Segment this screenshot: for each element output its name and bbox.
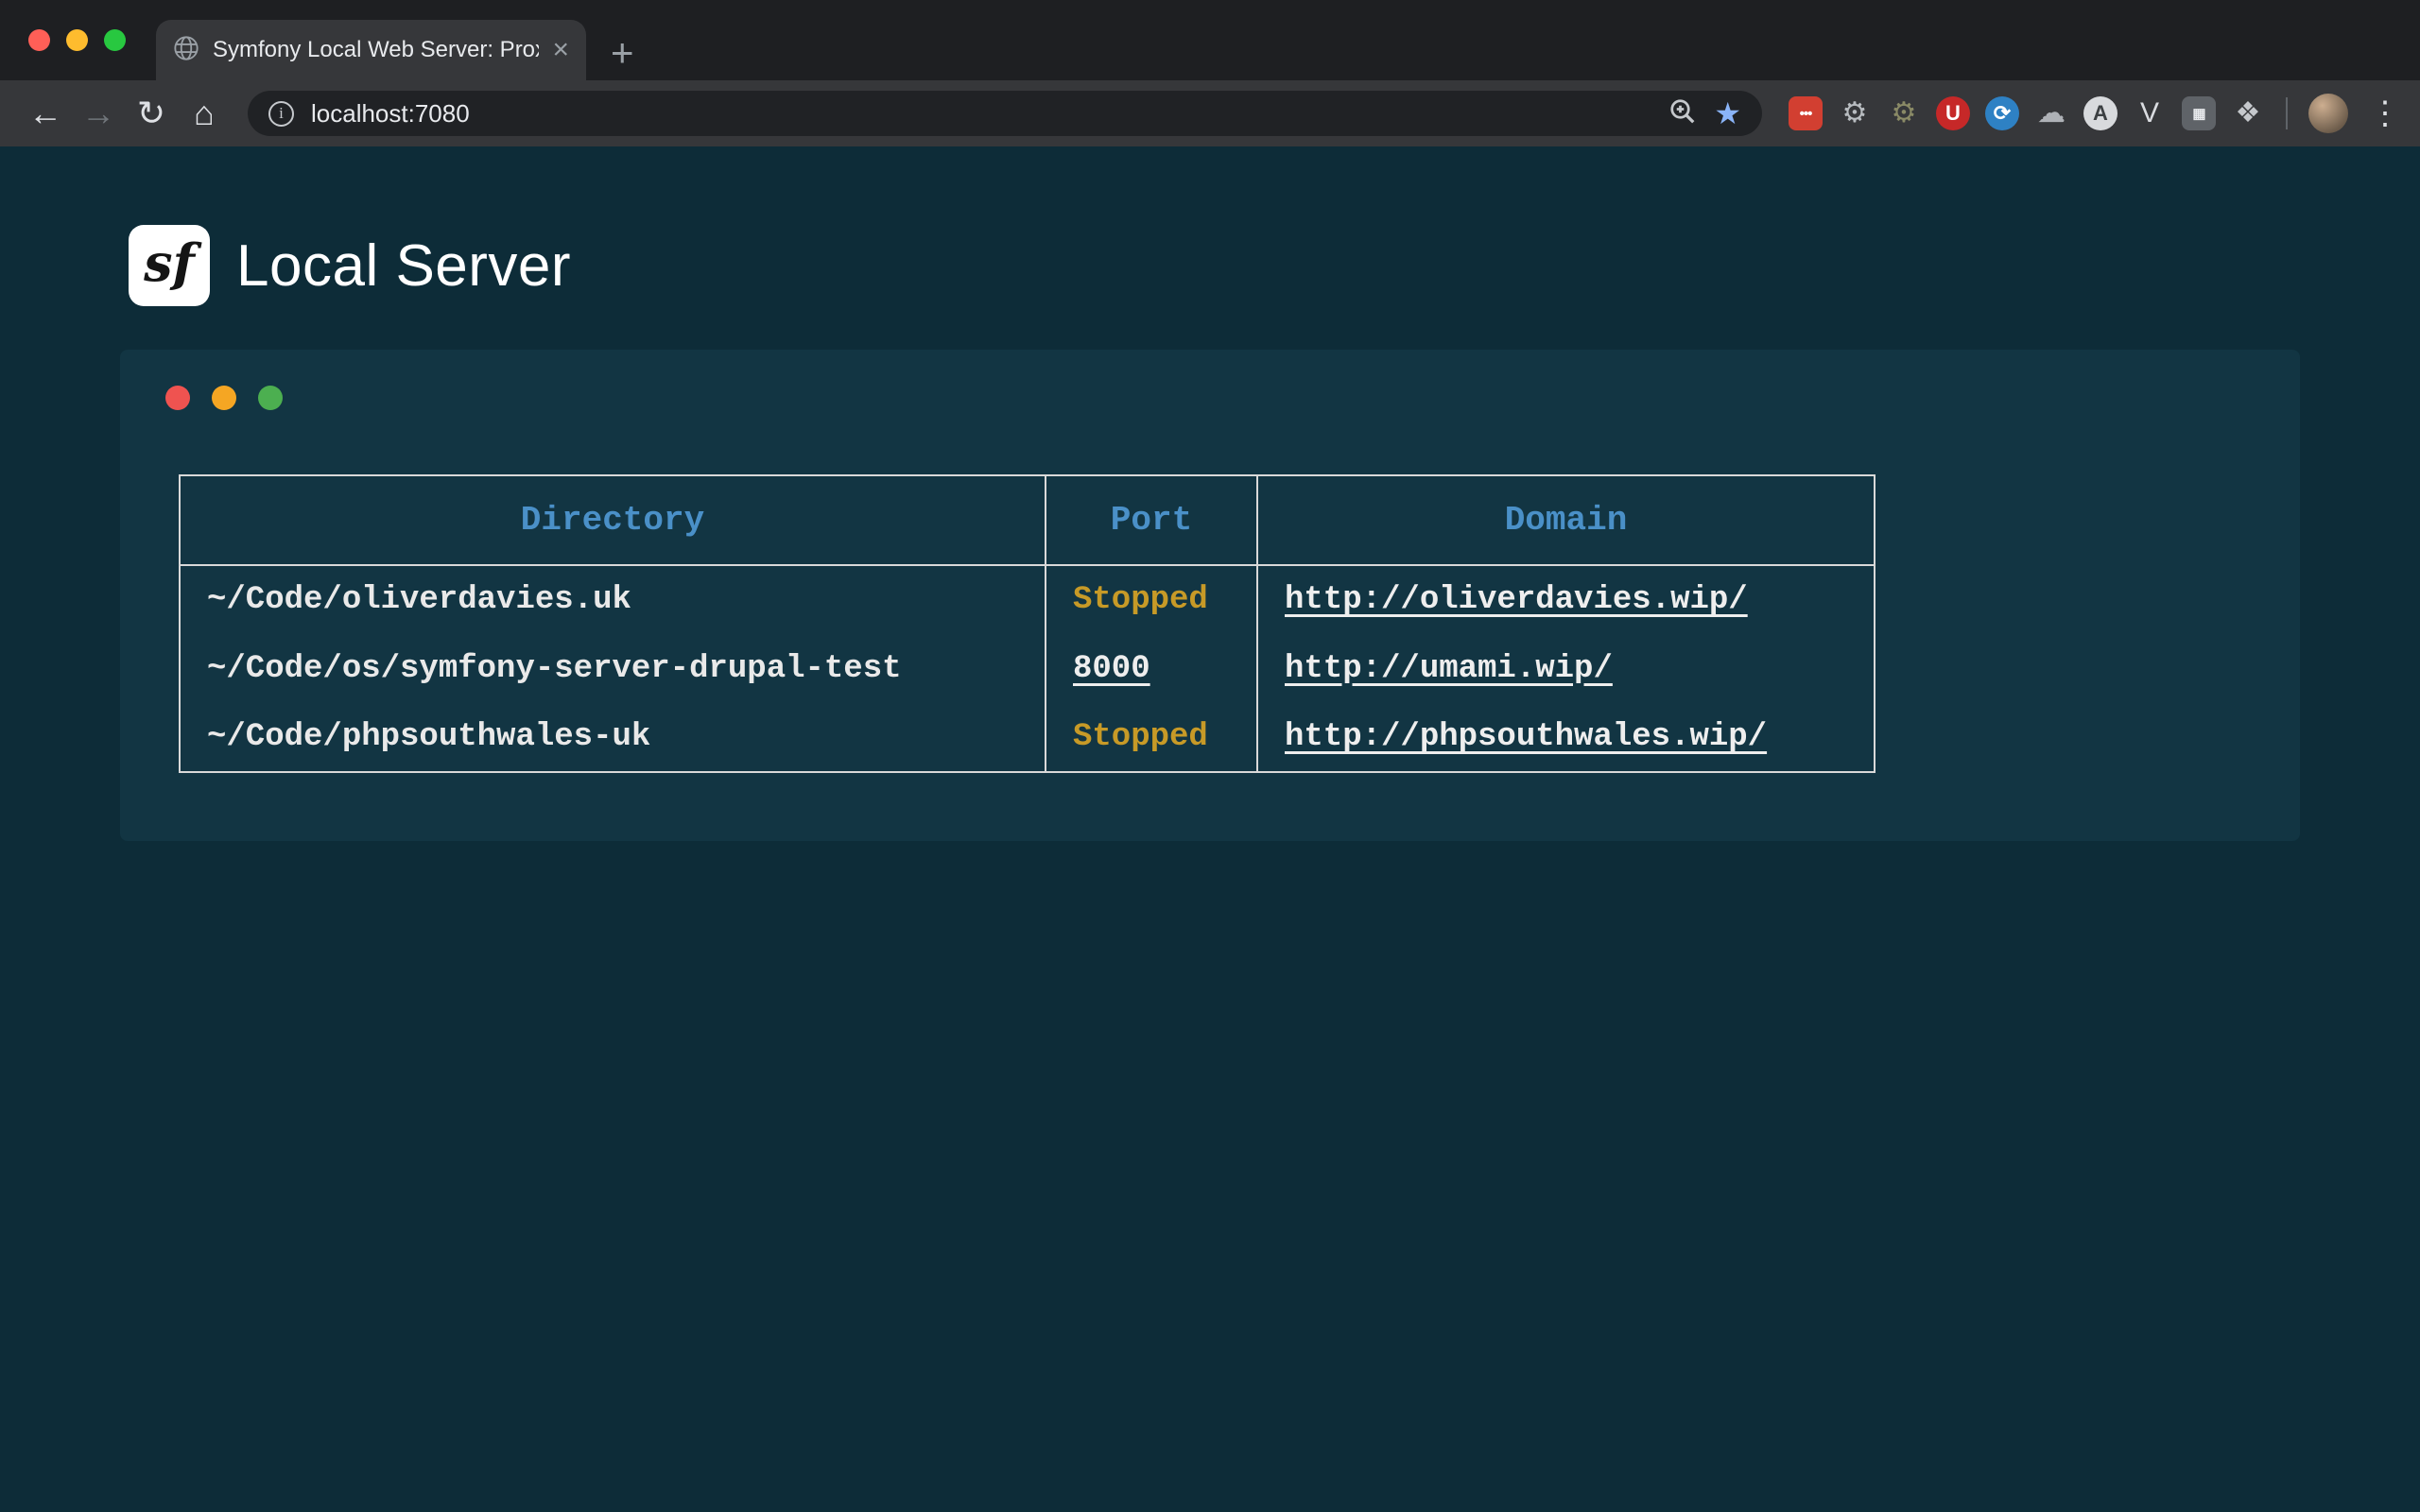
table-row: ~/Code/oliverdavies.uk Stopped http://ol… xyxy=(180,565,1875,634)
extension-gear-dark-icon[interactable]: ⚙ xyxy=(1887,96,1921,130)
window-zoom-button[interactable] xyxy=(104,29,126,51)
symfony-logo: sf xyxy=(129,225,210,306)
table-row: ~/Code/phpsouthwales-uk Stopped http://p… xyxy=(180,703,1875,772)
extension-letter-v-icon[interactable]: V xyxy=(2133,96,2167,130)
forward-icon[interactable]: → xyxy=(72,96,125,130)
column-header-directory: Directory xyxy=(180,475,1046,565)
window-controls xyxy=(28,0,126,80)
site-info-icon[interactable]: i xyxy=(268,101,294,127)
page-title: Local Server xyxy=(236,232,571,300)
column-header-port: Port xyxy=(1046,475,1257,565)
browser-toolbar: ← → ↻ ⌂ i localhost:7080 ★ ••• ⚙ ⚙ U ⟳ ☁… xyxy=(0,80,2420,146)
bookmark-star-icon[interactable]: ★ xyxy=(1714,98,1741,129)
extension-octocat-icon[interactable]: ❖ xyxy=(2231,96,2265,130)
tab-favicon-globe-icon xyxy=(173,35,199,66)
extension-ublock-icon[interactable]: U xyxy=(1936,96,1970,130)
domain-link[interactable]: http://umami.wip/ xyxy=(1285,651,1613,687)
zoom-icon[interactable] xyxy=(1668,97,1697,130)
terminal-card: Directory Port Domain ~/Code/oliverdavie… xyxy=(120,350,2300,841)
extension-blue-circle-icon[interactable]: ⟳ xyxy=(1985,96,2019,130)
extension-grid-icon[interactable]: ▦ xyxy=(2182,96,2216,130)
port-status: Stopped xyxy=(1046,703,1257,772)
port-link[interactable]: 8000 xyxy=(1073,651,1150,687)
address-bar[interactable]: i localhost:7080 ★ xyxy=(248,91,1762,136)
tab-close-icon[interactable]: × xyxy=(552,36,569,64)
table-row: ~/Code/os/symfony-server-drupal-test 800… xyxy=(180,634,1875,703)
toolbar-divider xyxy=(2286,97,2288,129)
page-header: sf Local Server xyxy=(129,225,2420,306)
directory-cell: ~/Code/os/symfony-server-drupal-test xyxy=(180,634,1046,703)
extension-cloud-icon[interactable]: ☁ xyxy=(2034,96,2068,130)
extension-letter-a-icon[interactable]: A xyxy=(2083,96,2118,130)
new-tab-button[interactable]: + xyxy=(611,33,634,73)
domain-link[interactable]: http://oliverdavies.wip/ xyxy=(1285,582,1748,618)
directory-cell: ~/Code/oliverdavies.uk xyxy=(180,565,1046,634)
extensions-bar: ••• ⚙ ⚙ U ⟳ ☁ A V ▦ ❖ xyxy=(1789,96,2265,130)
back-icon[interactable]: ← xyxy=(19,96,72,130)
dot-orange-icon xyxy=(212,386,236,410)
dot-red-icon xyxy=(165,386,190,410)
tab-strip: Symfony Local Web Server: Prox × + xyxy=(0,0,2420,80)
terminal-window-dots xyxy=(165,386,2255,410)
extension-red-dots-icon[interactable]: ••• xyxy=(1789,96,1823,130)
browser-menu-icon[interactable]: ⋮ xyxy=(2369,97,2401,129)
profile-avatar[interactable] xyxy=(2308,94,2348,133)
window-minimize-button[interactable] xyxy=(66,29,88,51)
table-header-row: Directory Port Domain xyxy=(180,475,1875,565)
extension-gear-light-icon[interactable]: ⚙ xyxy=(1838,96,1872,130)
dot-green-icon xyxy=(258,386,283,410)
servers-table: Directory Port Domain ~/Code/oliverdavie… xyxy=(179,474,1876,773)
browser-tab[interactable]: Symfony Local Web Server: Prox × xyxy=(156,20,586,80)
reload-icon[interactable]: ↻ xyxy=(125,96,178,130)
domain-link[interactable]: http://phpsouthwales.wip/ xyxy=(1285,719,1767,755)
window-close-button[interactable] xyxy=(28,29,50,51)
column-header-domain: Domain xyxy=(1257,475,1875,565)
url-text[interactable]: localhost:7080 xyxy=(311,99,470,129)
port-status: Stopped xyxy=(1046,565,1257,634)
tab-title: Symfony Local Web Server: Prox xyxy=(213,37,539,63)
directory-cell: ~/Code/phpsouthwales-uk xyxy=(180,703,1046,772)
home-icon[interactable]: ⌂ xyxy=(178,96,231,130)
